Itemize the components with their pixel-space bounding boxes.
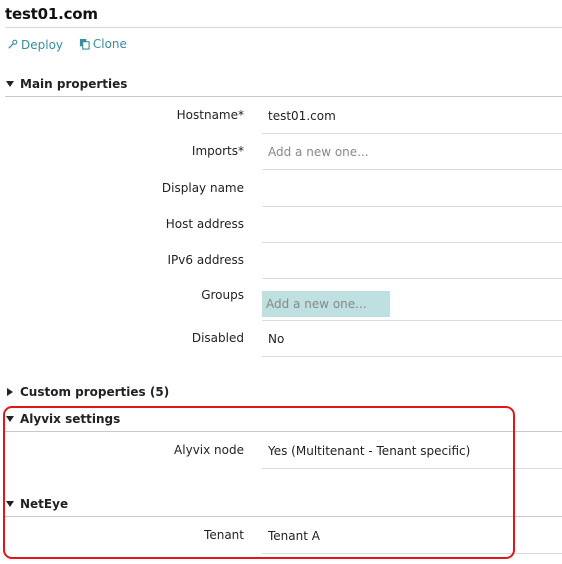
deploy-label: Deploy [21, 37, 64, 52]
disabled-select[interactable]: No [262, 322, 562, 357]
custom-properties-toggle[interactable]: Custom properties (5) [5, 383, 562, 401]
clone-label: Clone [92, 37, 127, 51]
clone-link[interactable]: Clone [79, 37, 127, 51]
field-divider [262, 320, 562, 321]
field-row-tenant: Tenant Tenant A [0, 519, 562, 555]
caret-down-icon [6, 416, 14, 422]
section-heading: Alyvix settings [20, 412, 121, 426]
custom-properties-section: Custom properties (5) [5, 383, 562, 401]
section-heading: Custom properties (5) [20, 385, 170, 399]
alyvix-settings-section: Alyvix settings [5, 410, 562, 432]
field-label: IPv6 address [167, 253, 244, 267]
copy-icon [79, 38, 90, 50]
field-label: Groups [201, 288, 244, 302]
action-bar: Deploy Clone [7, 37, 139, 53]
hostname-input[interactable]: test01.com [262, 99, 562, 134]
alyvix-node-select[interactable]: Yes (Multitenant - Tenant specific) [262, 434, 562, 469]
field-row-imports: Imports* Add a new one... [0, 135, 562, 171]
field-label: Hostname* [176, 108, 244, 122]
section-heading: NetEye [20, 497, 69, 511]
groups-input[interactable]: Add a new one... [262, 291, 390, 317]
caret-down-icon [6, 81, 14, 87]
ipv6-address-input[interactable] [262, 244, 562, 279]
field-row-disabled: Disabled No [0, 322, 562, 358]
field-row-hostname: Hostname* test01.com [0, 99, 562, 135]
section-divider [5, 96, 562, 97]
field-label: Alyvix node [174, 443, 244, 457]
section-divider [5, 516, 562, 517]
caret-down-icon [6, 501, 14, 507]
field-label: Display name [161, 181, 244, 195]
wrench-icon [8, 39, 18, 49]
deploy-link[interactable]: Deploy [7, 38, 63, 52]
field-row-ipv6-address: IPv6 address [0, 244, 562, 280]
field-row-host-address: Host address [0, 208, 562, 244]
field-row-display-name: Display name [0, 172, 562, 208]
section-divider [5, 431, 562, 432]
neteye-section: NetEye [5, 495, 562, 517]
neteye-toggle[interactable]: NetEye [5, 495, 562, 513]
field-label: Imports* [191, 144, 244, 158]
tenant-select[interactable]: Tenant A [262, 519, 562, 554]
imports-input[interactable]: Add a new one... [262, 135, 562, 170]
main-properties-section: Main properties [5, 75, 562, 97]
caret-right-icon [7, 388, 13, 396]
page-title: test01.com [5, 5, 98, 23]
title-divider [5, 27, 562, 28]
display-name-input[interactable] [262, 172, 562, 207]
field-row-groups: Groups Add a new one... [0, 285, 562, 321]
alyvix-settings-toggle[interactable]: Alyvix settings [5, 410, 562, 428]
section-heading: Main properties [20, 77, 128, 91]
host-address-input[interactable] [262, 208, 562, 243]
main-properties-toggle[interactable]: Main properties [5, 75, 562, 93]
field-label: Host address [165, 217, 244, 231]
field-label: Tenant [204, 528, 244, 542]
field-row-alyvix-node: Alyvix node Yes (Multitenant - Tenant sp… [0, 434, 562, 470]
field-label: Disabled [191, 331, 244, 345]
